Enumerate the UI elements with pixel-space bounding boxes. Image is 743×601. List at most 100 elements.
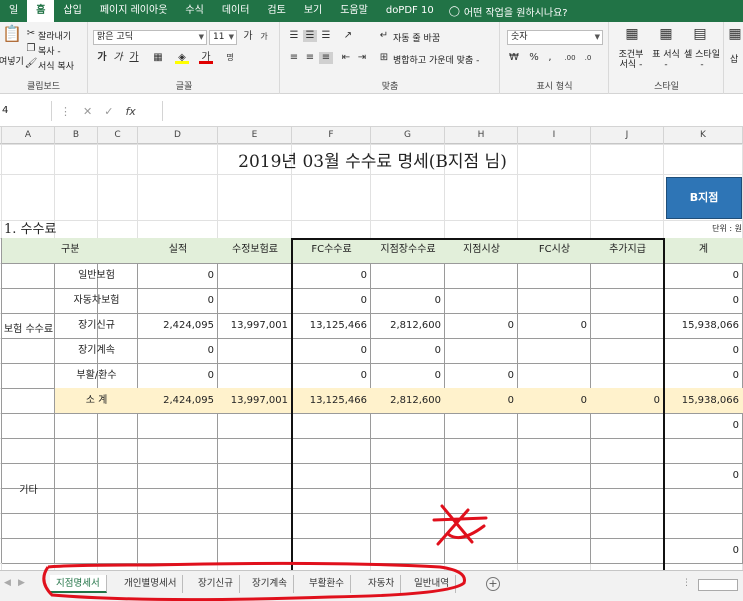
more-tabs-icon[interactable]: ⋮ (682, 579, 691, 588)
table-cell: 0 (360, 370, 367, 381)
align-top-icon[interactable]: ☰ (287, 30, 301, 42)
table-cell: 0 (207, 270, 214, 281)
cancel-icon[interactable]: ✕ (83, 105, 92, 118)
increase-font-icon[interactable]: 가 (241, 31, 255, 43)
table-cell: 0 (360, 270, 367, 281)
decrease-indent-icon[interactable]: ⇤ (339, 52, 353, 64)
formula-input[interactable] (162, 101, 743, 121)
other-total-cell: 0 (732, 470, 739, 481)
wrap-text-icon[interactable]: ↵ (377, 30, 391, 42)
tab-insert[interactable]: 삽입 (54, 0, 90, 22)
subtotal-cell: 15,938,066 (681, 395, 739, 406)
cell-style-button[interactable]: 셀 스타일 - (684, 50, 720, 70)
scroll-left-icon[interactable]: ◀ (4, 579, 11, 588)
align-middle-icon[interactable]: ☰ (303, 30, 317, 42)
paste-icon[interactable]: 📋 (2, 26, 22, 50)
conditional-format-button[interactable]: 조건부 서식 - (614, 50, 648, 70)
fill-color-icon[interactable]: ◈ (175, 52, 189, 64)
font-group-label: 글꼴 (175, 82, 193, 92)
table-line-h (2, 538, 743, 539)
font-size-select[interactable]: 11 ▼ (209, 30, 237, 45)
increase-decimal-icon[interactable]: .00 (563, 52, 577, 64)
bold-icon[interactable]: 가 (95, 52, 109, 64)
styles-group: ▦ 조건부 서식 - ▦ 표 서식 - ▤ 셀 스타일 - 스타일 (610, 22, 724, 94)
table-line-h (2, 263, 743, 264)
align-right-icon[interactable]: ≡ (319, 52, 333, 64)
table-cell: 0 (207, 295, 214, 306)
merge-center-button[interactable]: 병합하고 가운데 맞춤 - (393, 53, 479, 66)
tell-me-box[interactable]: ◯ 어떤 작업을 원하시나요? (449, 4, 568, 19)
copy-icon[interactable]: ❐ (24, 43, 38, 55)
name-box[interactable]: 4 (0, 101, 52, 121)
column-heading: 지점장수수료 (380, 244, 436, 255)
tab-formulas[interactable]: 수식 (176, 0, 212, 22)
border-icon[interactable]: ▦ (151, 52, 165, 64)
table-cell: 0 (207, 345, 214, 356)
enter-icon[interactable]: ✓ (104, 105, 113, 118)
spreadsheet-grid[interactable]: 2019년 03월 수수료 명세(B지점 님) B지점 1. 수수료 단위 : … (0, 144, 743, 581)
align-center-icon[interactable]: ≡ (303, 52, 317, 64)
column-header-h[interactable]: H (445, 127, 518, 144)
accounting-icon[interactable]: ₩ (507, 52, 521, 64)
number-format-select[interactable]: 숫자 ▼ (507, 30, 603, 45)
tab-help[interactable]: 도움말 (331, 0, 377, 22)
decrease-font-icon[interactable]: 가 (257, 31, 271, 43)
group-label-other: 기타 (19, 485, 38, 496)
format-painter-button[interactable]: 서식 복사 (38, 59, 74, 72)
column-header-k[interactable]: K (664, 127, 743, 144)
underline-icon[interactable]: 가 (127, 52, 141, 64)
table-line-h (2, 438, 743, 439)
tab-view[interactable]: 보기 (295, 0, 331, 22)
align-left-icon[interactable]: ≡ (287, 52, 301, 64)
scissors-icon[interactable]: ✂ (24, 28, 38, 40)
copy-button[interactable]: 복사 - (38, 44, 61, 57)
format-painter-icon[interactable]: 🖌 (24, 58, 38, 70)
cut-button[interactable]: 잘라내기 (38, 29, 71, 42)
tab-dopdf[interactable]: doPDF 10 (377, 0, 443, 22)
percent-icon[interactable]: % (527, 52, 541, 64)
font-color-icon[interactable]: 가 (199, 52, 213, 64)
horizontal-scrollbar[interactable] (698, 579, 738, 591)
insert-cells-button[interactable]: 삽 (730, 52, 738, 65)
tab-page-layout[interactable]: 페이지 레이아웃 (91, 0, 177, 22)
column-header-c[interactable]: C (98, 127, 138, 144)
formula-bar-icons: ⋮ ✕ ✓ fx (60, 101, 136, 121)
italic-icon[interactable]: 가 (111, 52, 125, 64)
number-format-value: 숫자 (511, 32, 528, 42)
column-header-g[interactable]: G (371, 127, 445, 144)
table-format-icon[interactable]: ▦ (656, 27, 676, 46)
conditional-format-icon[interactable]: ▦ (622, 27, 642, 46)
scroll-right-icon[interactable]: ▶ (18, 579, 25, 588)
column-header-i[interactable]: I (518, 127, 591, 144)
column-header-f[interactable]: F (292, 127, 371, 144)
merge-icon[interactable]: ⊞ (377, 52, 391, 64)
section-heading: 1. 수수료 (4, 222, 57, 237)
comma-icon[interactable]: , (543, 52, 557, 64)
table-cell: 0 (732, 370, 739, 381)
font-name-select[interactable]: 맑은 고딕 ▼ (93, 30, 207, 45)
paste-label[interactable]: 여넣기 (0, 54, 24, 67)
tab-data[interactable]: 데이터 (213, 0, 259, 22)
add-sheet-icon[interactable]: + (486, 577, 500, 591)
tab-review[interactable]: 검토 (258, 0, 294, 22)
tab-file[interactable]: 일 (0, 0, 27, 22)
phonetic-icon[interactable]: 명 (223, 52, 237, 64)
more-icon[interactable]: ⋮ (60, 105, 71, 118)
orientation-icon[interactable]: ↗ (341, 30, 355, 42)
wrap-text-button[interactable]: 자동 줄 바꿈 (393, 31, 440, 44)
table-format-button[interactable]: 표 서식 - (650, 50, 682, 70)
column-header-a[interactable]: A (2, 127, 55, 144)
insert-cells-icon[interactable]: ▦ (728, 27, 742, 46)
increase-indent-icon[interactable]: ⇥ (355, 52, 369, 64)
decrease-decimal-icon[interactable]: .0 (581, 52, 595, 64)
column-header-e[interactable]: E (218, 127, 292, 144)
cell-style-icon[interactable]: ▤ (690, 27, 710, 46)
frame-right (663, 238, 665, 571)
align-bottom-icon[interactable]: ☰ (319, 30, 333, 42)
function-icon[interactable]: fx (125, 105, 135, 118)
tab-home[interactable]: 홈 (27, 0, 55, 22)
other-total-cell: 0 (732, 545, 739, 556)
column-header-d[interactable]: D (138, 127, 218, 144)
column-header-b[interactable]: B (55, 127, 98, 144)
column-header-j[interactable]: J (591, 127, 664, 144)
